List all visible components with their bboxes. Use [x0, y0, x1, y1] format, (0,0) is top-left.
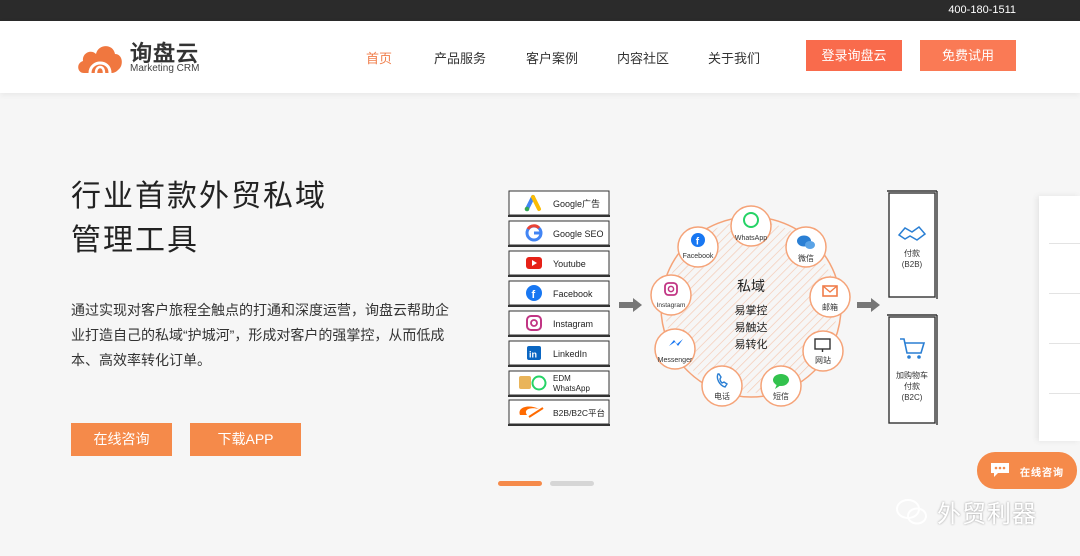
side-float-panel[interactable]: [1039, 196, 1080, 441]
facebook-icon: f: [526, 285, 542, 301]
chat-label: 在线咨询: [1020, 468, 1064, 479]
carousel-dot[interactable]: [550, 481, 594, 486]
node-messenger: Messenger: [654, 328, 696, 370]
channel-google-ads: Google广告: [508, 190, 610, 217]
hero-description: 通过实现对客户旅程全触点的打通和深度运营，询盘云帮助企业打造自己的私域“护城河”…: [71, 302, 449, 368]
channel-edm-whatsapp: EDM WhatsApp: [508, 370, 610, 397]
hero-title-line1: 行业首款外贸私域: [71, 180, 327, 213]
linkedin-icon: in: [527, 346, 541, 360]
channel-youtube: Youtube: [508, 250, 610, 277]
divider: [1049, 293, 1080, 294]
result-b2b: 付款 (B2B): [887, 190, 938, 299]
nav-products[interactable]: 产品服务: [434, 48, 486, 67]
divider: [1049, 393, 1080, 394]
cloud-logo-icon: [78, 46, 122, 74]
node-email: 邮箱: [809, 276, 851, 318]
node-label: 网站: [815, 355, 831, 365]
core-line1: 易掌控: [735, 303, 768, 317]
nav-community[interactable]: 内容社区: [617, 48, 669, 67]
arrow-icon: [857, 298, 880, 312]
youtube-icon: [526, 257, 542, 269]
nav-cases[interactable]: 客户案例: [526, 48, 578, 67]
node-facebook: f Facebook: [677, 226, 719, 268]
svg-text:in: in: [529, 350, 537, 360]
hero-title-line2: 管理工具: [71, 224, 199, 257]
node-phone: 电话: [701, 365, 743, 407]
result-line2: 付款: [904, 381, 920, 391]
core-line2: 易触达: [735, 320, 768, 334]
free-trial-button[interactable]: 免费试用: [920, 40, 1016, 71]
node-label: Instagram: [657, 302, 686, 309]
chat-bubble-icon: [991, 463, 1009, 477]
channel-facebook: f Facebook: [508, 280, 610, 307]
wechat-icon: [896, 499, 927, 525]
brand-subtitle: Marketing CRM: [130, 63, 200, 74]
channel-label: EDM: [553, 374, 571, 383]
result-b2c: 加购物车 付款 (B2C): [887, 314, 938, 425]
node-label: 短信: [773, 391, 789, 401]
online-chat-button[interactable]: 在线咨询: [977, 452, 1077, 489]
online-consult-button[interactable]: 在线咨询: [71, 423, 172, 456]
node-instagram: Instagram: [650, 274, 692, 316]
channel-label: Facebook: [553, 289, 593, 299]
channel-b2b-platform: B2B/B2C平台: [508, 399, 610, 426]
divider: [1049, 343, 1080, 344]
node-whatsapp: WhatsApp: [730, 205, 772, 247]
login-button[interactable]: 登录询盘云: [806, 40, 902, 71]
channel-label: Youtube: [553, 259, 586, 269]
result-line2: (B2B): [902, 260, 923, 269]
arrow-icon: [619, 298, 642, 312]
node-website: 网站: [802, 330, 844, 372]
header: 询盘云 Marketing CRM 首页 产品服务 客户案例 内容社区 关于我们…: [0, 21, 1080, 93]
svg-text:f: f: [532, 289, 536, 301]
private-domain-diagram: Google广告 Google SEO Youtube f Facebook I…: [508, 190, 938, 426]
divider: [1049, 243, 1080, 244]
channel-label: Google广告: [553, 198, 600, 209]
logo[interactable]: 询盘云 Marketing CRM: [76, 35, 216, 79]
download-app-button[interactable]: 下载APP: [190, 423, 301, 456]
node-label: 电话: [714, 391, 730, 401]
channel-label: Google SEO: [553, 229, 604, 239]
hero-title: 行业首款外贸私域 管理工具: [71, 175, 327, 263]
channel-label-2: WhatsApp: [553, 384, 590, 393]
node-label: 邮箱: [822, 302, 838, 312]
channel-linkedin: in LinkedIn: [508, 340, 610, 367]
core-title: 私域: [737, 278, 765, 294]
result-line1: 加购物车: [896, 370, 928, 380]
node-sms: 短信: [760, 365, 802, 407]
top-bar: 400-180-1511: [0, 0, 1080, 21]
result-line3: (B2C): [902, 393, 923, 402]
carousel-dot-active[interactable]: [498, 481, 542, 486]
channel-instagram: Instagram: [508, 310, 610, 337]
result-line1: 付款: [904, 248, 920, 258]
watermark-text: 外贸利器: [937, 501, 1037, 528]
channel-list: Google广告 Google SEO Youtube f Facebook I…: [508, 190, 610, 426]
node-label: Facebook: [683, 253, 714, 260]
channel-label: B2B/B2C平台: [553, 408, 605, 418]
core-line3: 易转化: [735, 337, 768, 351]
node-label: WhatsApp: [735, 235, 767, 242]
watermark: 外贸利器: [895, 496, 1055, 528]
phone-number[interactable]: 400-180-1511: [948, 4, 1016, 16]
node-label: 微信: [798, 253, 814, 263]
node-wechat: 微信: [785, 226, 827, 268]
channel-label: LinkedIn: [553, 349, 587, 359]
nav-about[interactable]: 关于我们: [708, 48, 760, 67]
node-label: Messenger: [658, 357, 693, 364]
channel-label: Instagram: [553, 319, 593, 329]
nav-home[interactable]: 首页: [366, 48, 392, 67]
channel-google-seo: Google SEO: [508, 220, 610, 247]
